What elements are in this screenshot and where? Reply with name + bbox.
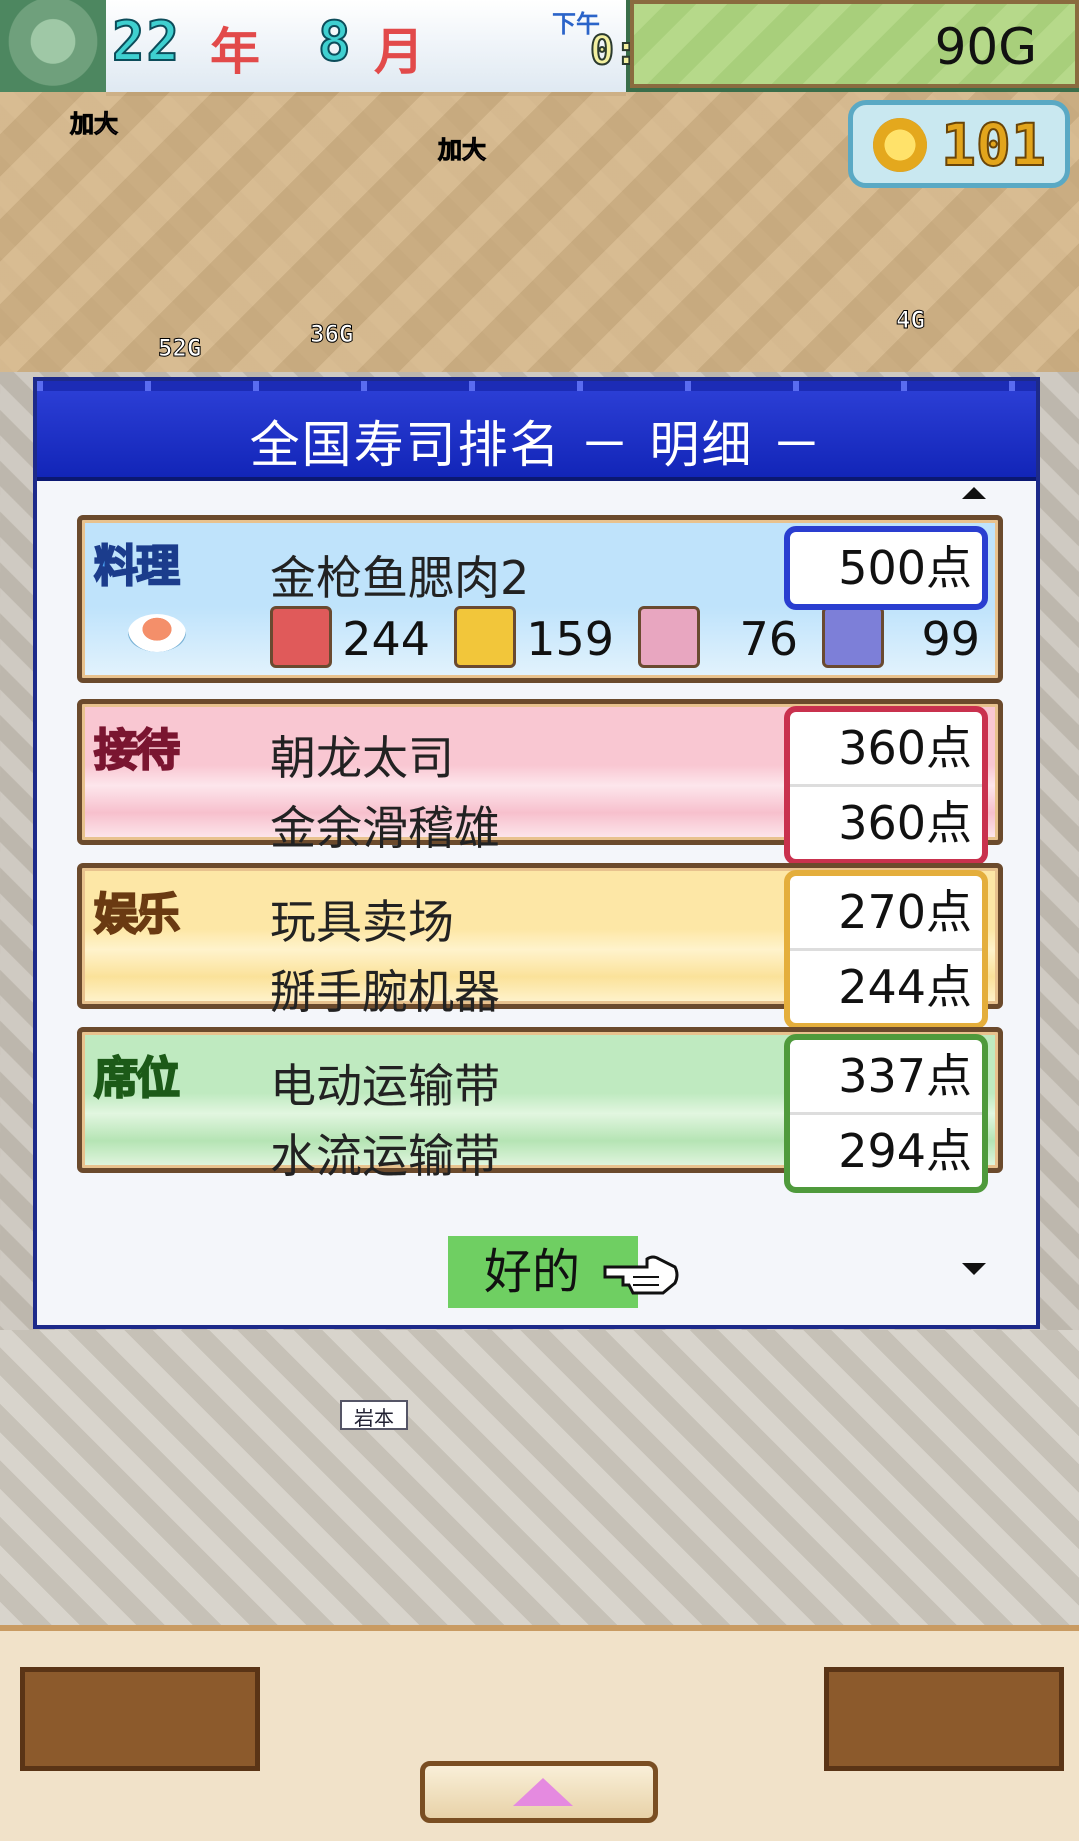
money-value: 90G [934, 18, 1037, 76]
taste-icon [270, 606, 332, 668]
sparkle-value: 99 [921, 612, 980, 666]
seats-score: 294点 [790, 1112, 982, 1187]
category-service: 接待 朝龙太司 金余滑稽雄 360点 360点 [77, 699, 1003, 865]
pine-emblem-icon [0, 0, 110, 92]
month-label: 月 [374, 23, 424, 81]
looks-value: 76 [739, 612, 798, 666]
bottom-panel [0, 1625, 1079, 1841]
left-menu-slot[interactable] [20, 1667, 260, 1771]
volume-icon [454, 606, 516, 668]
top-hud: 22 年 8 月 下午 0:00 90G [0, 0, 1079, 96]
scene-tag: 52G [157, 334, 202, 363]
entertainment-badge: 娱乐 [93, 888, 181, 941]
scene-tag: 4G [896, 306, 926, 335]
category-entertainment: 娱乐 玩具卖场 掰手腕机器 270点 244点 [77, 863, 1003, 1029]
cooking-score-box: 500点 [784, 526, 988, 610]
service-item-name: 朝龙太司 [270, 731, 454, 785]
ranking-detail-dialog: 全国寿司排名 － 明细 － 料理 金枪鱼腮肉2 244 159 76 99 50… [33, 377, 1040, 1329]
street-scene: 岩本 [0, 1330, 1079, 1630]
pointing-hand-icon[interactable] [603, 1245, 681, 1297]
scene-tag: 加大 [70, 110, 119, 139]
taste-value: 244 [342, 612, 430, 666]
entertainment-item-name: 玩具卖场 [270, 895, 454, 949]
seats-item-name: 电动运输带 [270, 1059, 500, 1113]
scene-tag: 加大 [438, 136, 487, 165]
sparkle-icon [822, 606, 884, 668]
sushi-icon [128, 614, 186, 652]
cooking-badge: 料理 [93, 540, 181, 593]
entertainment-score: 270点 [838, 885, 972, 939]
volume-value: 159 [526, 612, 614, 666]
cooking-score: 500点 [838, 541, 972, 595]
seats-score: 337点 [838, 1049, 972, 1103]
year-value: 22 [111, 9, 182, 74]
category-cooking: 料理 金枪鱼腮肉2 244 159 76 99 500点 [77, 515, 1003, 683]
coin-counter[interactable]: 101 [848, 100, 1070, 188]
entertainment-item-name: 掰手腕机器 [270, 965, 500, 1019]
seats-item-name: 水流运输带 [270, 1129, 500, 1183]
scroll-up-icon[interactable] [962, 487, 986, 499]
seats-score-box: 337点 294点 [784, 1034, 988, 1193]
dialog-header: 全国寿司排名 － 明细 － [37, 381, 1036, 481]
scroll-down-icon[interactable] [962, 1263, 986, 1275]
month-value: 8 [317, 9, 353, 74]
seats-badge: 席位 [93, 1052, 181, 1105]
shop-sign: 岩本 [340, 1400, 408, 1430]
up-arrow-icon [513, 1778, 573, 1806]
entertainment-score: 244点 [790, 948, 982, 1023]
right-menu-slot[interactable] [824, 1667, 1064, 1771]
service-score: 360点 [838, 721, 972, 775]
dish-name: 金枪鱼腮肉2 [270, 551, 530, 605]
coin-count: 101 [940, 110, 1047, 180]
service-score: 360点 [790, 784, 982, 859]
service-score-box: 360点 360点 [784, 706, 988, 865]
entertainment-score-box: 270点 244点 [784, 870, 988, 1029]
coin-icon [873, 118, 927, 172]
looks-icon [638, 606, 700, 668]
expand-menu-button[interactable] [420, 1761, 658, 1823]
date-display: 22 年 8 月 下午 0:00 [106, 0, 687, 96]
dialog-title: 全国寿司排名 － 明细 － [249, 416, 824, 474]
scene-tag: 36G [309, 320, 354, 349]
service-item-name: 金余滑稽雄 [270, 801, 500, 855]
service-badge: 接待 [93, 724, 181, 777]
money-display: 90G [630, 0, 1079, 88]
category-seats: 席位 电动运输带 水流运输带 337点 294点 [77, 1027, 1003, 1193]
year-label: 年 [210, 23, 260, 81]
